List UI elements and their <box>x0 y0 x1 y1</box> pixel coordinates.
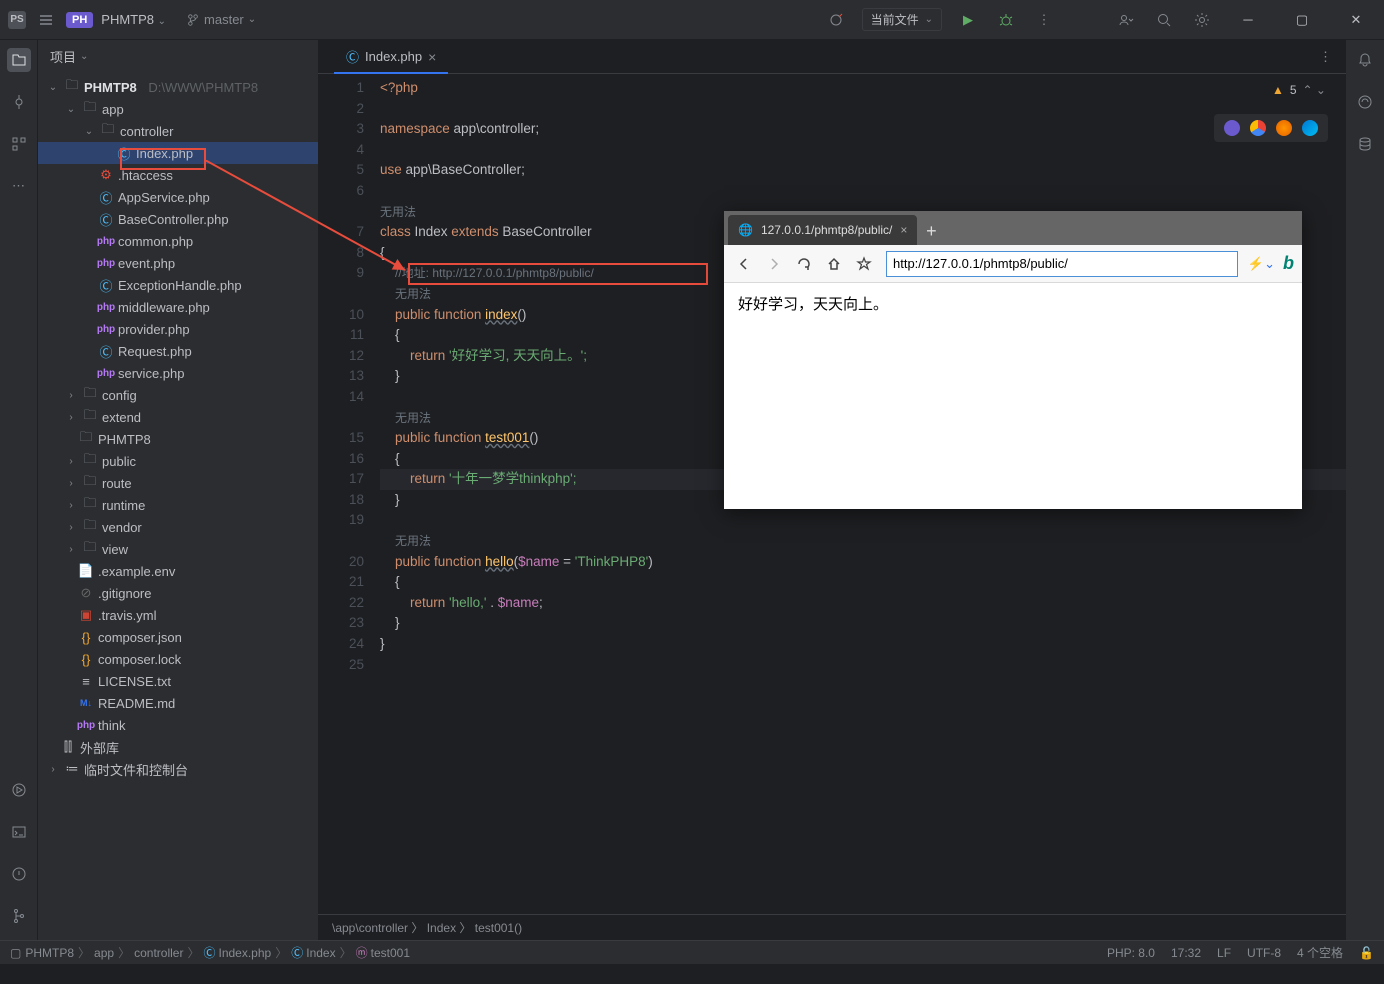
tree-gitignore[interactable]: ⊘.gitignore <box>38 582 318 604</box>
close-button[interactable]: ✕ <box>1336 5 1376 35</box>
editor-breadcrumb[interactable]: \app\controller 〉 Index 〉 test001() <box>318 914 1346 940</box>
status-encoding[interactable]: UTF-8 <box>1247 946 1281 960</box>
branch-selector[interactable]: master ⌄ <box>186 12 256 27</box>
tree-vendor[interactable]: ›🗀vendor <box>38 516 318 538</box>
terminal-tool-icon[interactable] <box>7 820 31 844</box>
titlebar-right: 当前文件 ⌄ ▶ ⋮ ─ ▢ ✕ <box>824 5 1376 35</box>
chrome-icon[interactable] <box>1250 120 1266 136</box>
tree-think[interactable]: phpthink <box>38 714 318 736</box>
tree-service[interactable]: phpservice.php <box>38 362 318 384</box>
tree-scratches[interactable]: ›≔临时文件和控制台 <box>38 758 318 780</box>
tab-more-icon[interactable]: ⋮ <box>1319 49 1346 65</box>
left-tool-rail: ⋯ <box>0 40 38 940</box>
tree-runtime[interactable]: ›🗀runtime <box>38 494 318 516</box>
browser-new-tab-button[interactable]: + <box>917 217 945 245</box>
annotation-box-comment <box>408 263 708 285</box>
browser-overlay-window: 🌐 127.0.0.1/phmtp8/public/ × + ⚡⌄ b 好好学习… <box>724 211 1302 509</box>
tree-view[interactable]: ›🗀view <box>38 538 318 560</box>
phpstorm-icon[interactable] <box>1224 120 1240 136</box>
project-selector[interactable]: PHMTP8 ⌄ <box>101 12 166 27</box>
edge-icon[interactable] <box>1302 120 1318 136</box>
hamburger-menu-icon[interactable] <box>34 8 58 32</box>
tree-config[interactable]: ›🗀config <box>38 384 318 406</box>
tree-provider[interactable]: phpprovider.php <box>38 318 318 340</box>
problems-tool-icon[interactable] <box>7 862 31 886</box>
browser-preview-icons <box>1214 114 1328 142</box>
search-icon[interactable] <box>1152 8 1176 32</box>
debug-button[interactable] <box>994 8 1018 32</box>
browser-action-icon[interactable]: ⚡⌄ <box>1248 256 1275 272</box>
run-button[interactable]: ▶ <box>956 8 980 32</box>
tree-controller[interactable]: ⌄🗀controller <box>38 120 318 142</box>
tree-external-libs[interactable]: ⫿⫿外部库 <box>38 736 318 758</box>
browser-url-bar[interactable] <box>886 251 1238 277</box>
browser-tabs: 🌐 127.0.0.1/phmtp8/public/ × + <box>724 211 1302 245</box>
tree-readme[interactable]: M↓README.md <box>38 692 318 714</box>
browser-back-button[interactable] <box>732 252 756 276</box>
run-tool-icon[interactable] <box>7 778 31 802</box>
project-panel-header[interactable]: 项目 ⌄ <box>38 40 318 72</box>
firefox-icon[interactable] <box>1276 120 1292 136</box>
tree-composer-lock[interactable]: {}composer.lock <box>38 648 318 670</box>
structure-tool-icon[interactable] <box>7 132 31 156</box>
browser-toolbar: ⚡⌄ b <box>724 245 1302 283</box>
tree-public[interactable]: ›🗀public <box>38 450 318 472</box>
globe-icon: 🌐 <box>738 223 753 237</box>
notifications-icon[interactable] <box>1353 48 1377 72</box>
project-badge: PH <box>66 12 93 28</box>
status-indent[interactable]: 4 个空格 <box>1297 944 1343 961</box>
tree-license[interactable]: ≡LICENSE.txt <box>38 670 318 692</box>
browser-refresh-button[interactable] <box>792 252 816 276</box>
minimize-button[interactable]: ─ <box>1228 5 1268 35</box>
tree-travis[interactable]: ▣.travis.yml <box>38 604 318 626</box>
annotation-box-tree <box>120 148 206 170</box>
browser-bookmark-button[interactable] <box>852 252 876 276</box>
tab-index-php[interactable]: ⒸIndex.php× <box>334 40 448 73</box>
lock-icon[interactable]: 🔓 <box>1359 946 1374 960</box>
commit-tool-icon[interactable] <box>7 90 31 114</box>
browser-url-input[interactable] <box>886 251 1238 277</box>
status-php-ver[interactable]: PHP: 8.0 <box>1107 946 1155 960</box>
status-bar: ▢ PHMTP8〉 app〉 controller〉 ⒸIndex.php〉 Ⓒ… <box>0 940 1384 964</box>
maximize-button[interactable]: ▢ <box>1282 5 1322 35</box>
tree-composer-json[interactable]: {}composer.json <box>38 626 318 648</box>
editor-tabs: ⒸIndex.php× ⋮ <box>318 40 1346 74</box>
ai-assistant-icon[interactable] <box>1353 90 1377 114</box>
tree-request[interactable]: ⒸRequest.php <box>38 340 318 362</box>
status-position[interactable]: 17:32 <box>1171 946 1201 960</box>
code-with-me-icon[interactable] <box>1114 8 1138 32</box>
browser-forward-button[interactable] <box>762 252 786 276</box>
tab-close-icon[interactable]: × <box>428 49 436 65</box>
more-tool-icon[interactable]: ⋯ <box>7 174 31 198</box>
branch-icon <box>186 13 200 27</box>
tree-middleware[interactable]: phpmiddleware.php <box>38 296 318 318</box>
browser-tab-close-icon[interactable]: × <box>900 223 907 237</box>
more-actions-icon[interactable]: ⋮ <box>1032 8 1056 32</box>
git-tool-icon[interactable] <box>7 904 31 928</box>
tree-root[interactable]: ⌄🗀 PHMTP8 D:\WWW\PHMTP8 <box>38 76 318 98</box>
browser-content: 好好学习，天天向上。 <box>724 283 1302 509</box>
settings-icon[interactable] <box>1190 8 1214 32</box>
browser-tab[interactable]: 🌐 127.0.0.1/phmtp8/public/ × <box>728 215 917 245</box>
tree-extend[interactable]: ›🗀extend <box>38 406 318 428</box>
app-icon: PS <box>8 11 26 29</box>
browser-search-engine-icon[interactable]: b <box>1283 253 1294 274</box>
right-tool-rail <box>1346 40 1384 940</box>
project-tool-icon[interactable] <box>7 48 31 72</box>
status-line-ending[interactable]: LF <box>1217 946 1231 960</box>
tree-phmtp8-folder[interactable]: 🗀PHMTP8 <box>38 428 318 450</box>
inspection-widget[interactable]: ▲5 ⌃ ⌄ <box>1272 80 1326 101</box>
tree-route[interactable]: ›🗀route <box>38 472 318 494</box>
browser-home-button[interactable] <box>822 252 846 276</box>
annotation-arrow <box>205 160 415 280</box>
database-icon[interactable] <box>1353 132 1377 156</box>
bug-red-icon[interactable] <box>824 8 848 32</box>
titlebar: PS PH PHMTP8 ⌄ master ⌄ 当前文件 ⌄ ▶ ⋮ ─ <box>0 0 1384 40</box>
navbar-breadcrumb[interactable]: ▢ PHMTP8〉 app〉 controller〉 ⒸIndex.php〉 Ⓒ… <box>10 944 410 961</box>
tree-example-env[interactable]: 📄.example.env <box>38 560 318 582</box>
titlebar-left: PS PH PHMTP8 ⌄ master ⌄ <box>8 8 256 32</box>
run-config-selector[interactable]: 当前文件 ⌄ <box>862 8 942 31</box>
tree-app[interactable]: ⌄🗀app <box>38 98 318 120</box>
